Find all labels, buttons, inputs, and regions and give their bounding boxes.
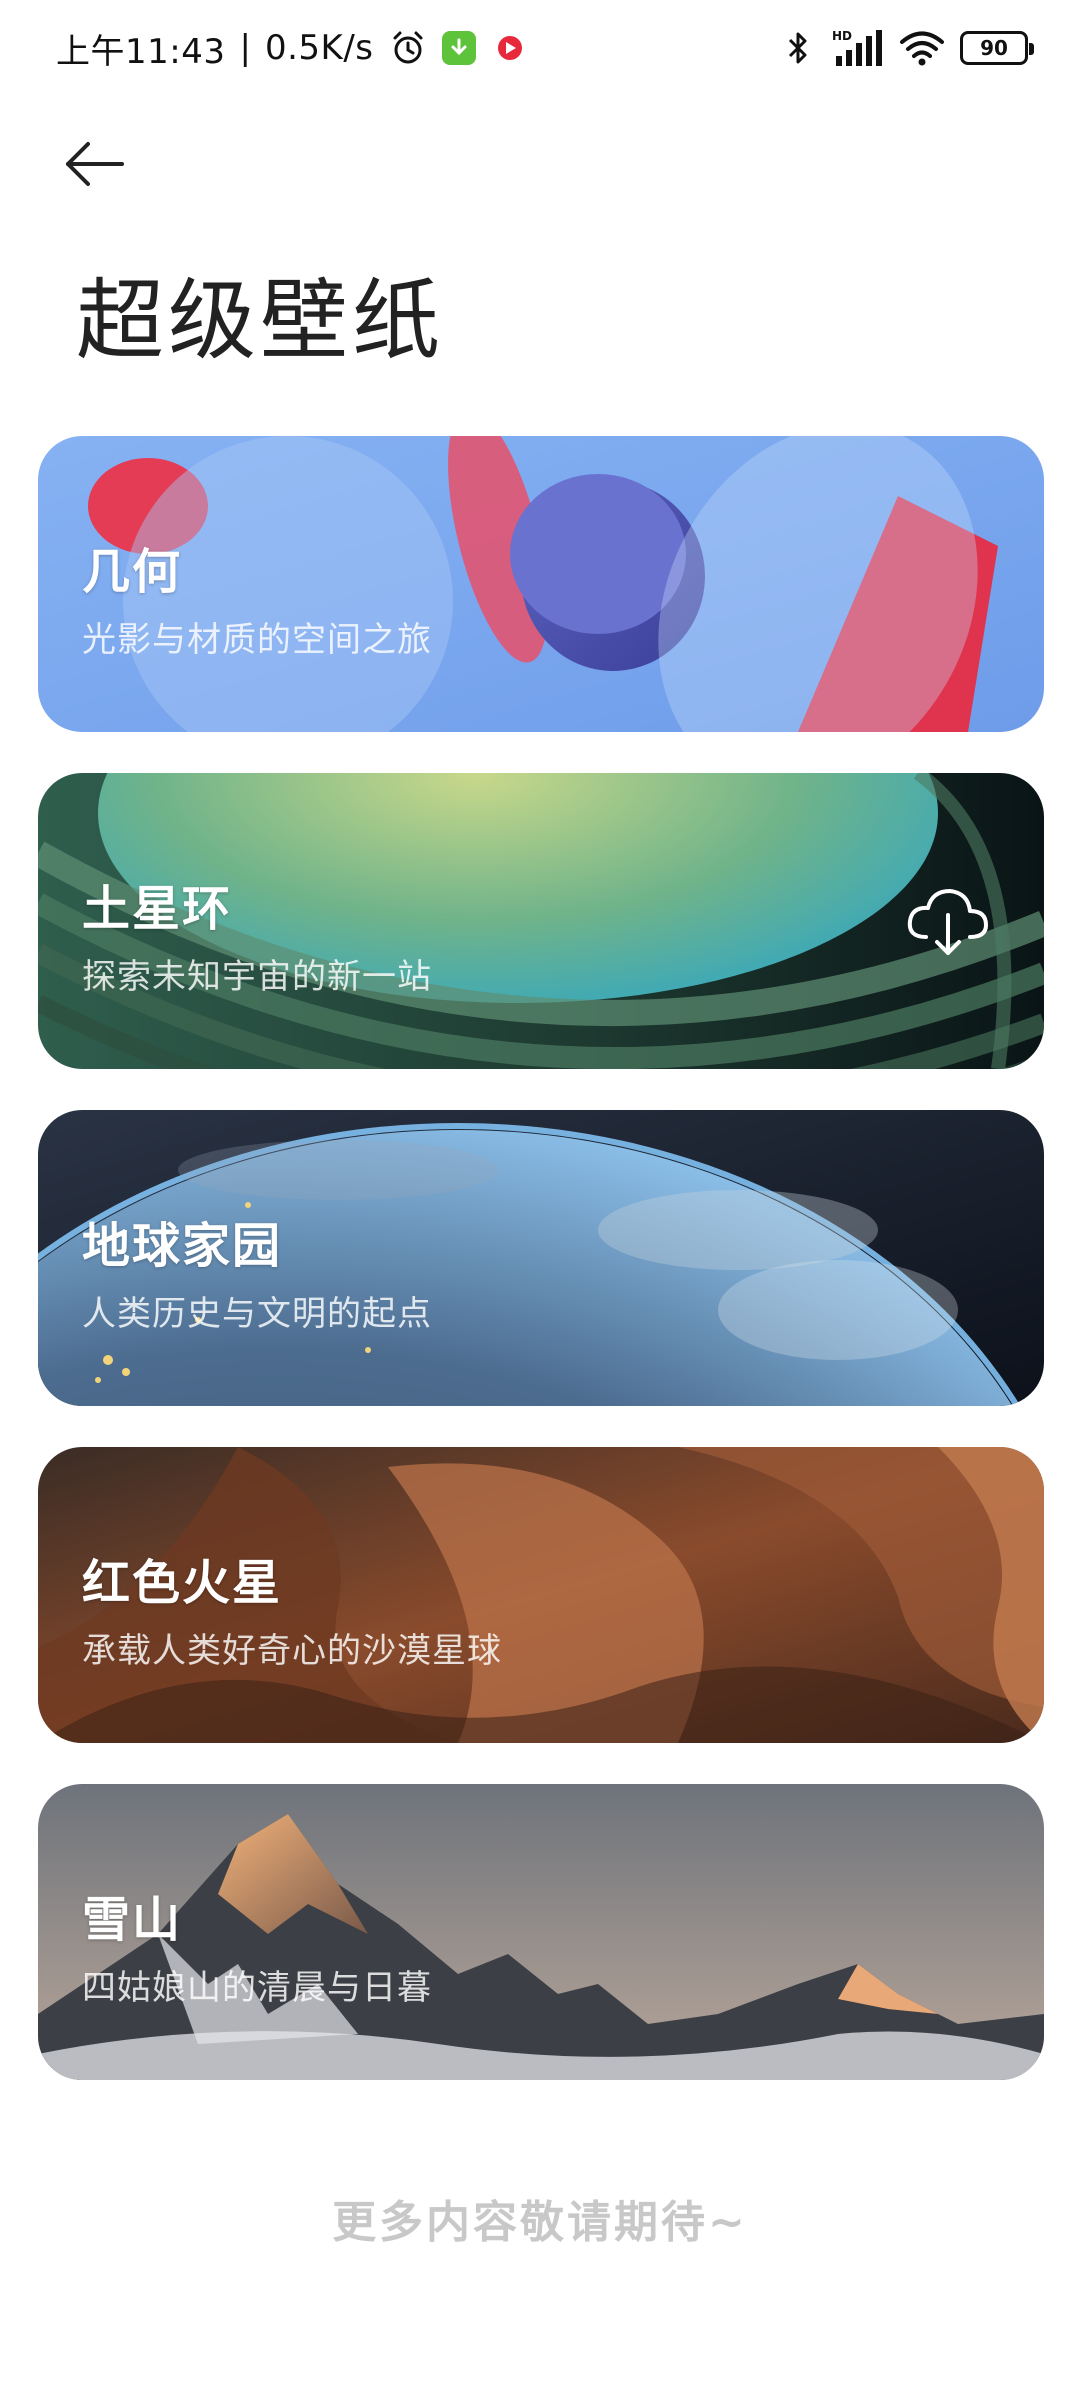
status-right: HD 90 <box>778 28 1034 68</box>
alarm-icon <box>388 28 428 68</box>
coming-soon-note: 更多内容敬请期待~ <box>332 2197 748 2248</box>
card-title: 土星环 <box>82 881 233 937</box>
card-text: 几何 光影与材质的空间之旅 <box>82 532 432 661</box>
status-time: 上午11:43 <box>56 31 226 72</box>
cloud-download-icon <box>907 889 988 955</box>
card-title: 几何 <box>82 544 183 600</box>
card-subtitle: 承载人类好奇心的沙漠星球 <box>82 1631 502 1671</box>
card-text: 土星环 探索未知宇宙的新一站 <box>82 869 432 998</box>
page-title: 超级壁纸 <box>76 269 445 372</box>
status-bar: 上午11:43 | 0.5K/s HD 90 <box>0 0 1080 96</box>
status-left: 上午11:43 | 0.5K/s <box>56 24 530 73</box>
svg-text:HD: HD <box>832 29 852 43</box>
battery-icon: 90 <box>960 31 1034 65</box>
card-subtitle: 人类历史与文明的起点 <box>82 1294 432 1334</box>
wallpaper-card-earth[interactable]: 地球家园 人类历史与文明的起点 <box>38 1110 1044 1406</box>
card-subtitle: 四姑娘山的清晨与日暮 <box>82 1968 432 2008</box>
card-title: 雪山 <box>82 1892 183 1948</box>
card-title: 红色火星 <box>82 1555 283 1611</box>
wallpaper-card-mars[interactable]: 红色火星 承载人类好奇心的沙漠星球 <box>38 1447 1044 1743</box>
card-title: 地球家园 <box>82 1218 283 1274</box>
card-subtitle: 探索未知宇宙的新一站 <box>82 957 432 997</box>
back-button[interactable] <box>64 124 154 204</box>
arrow-left-icon <box>66 142 124 186</box>
network-speed: 0.5K/s <box>264 28 374 68</box>
download-button[interactable] <box>902 881 992 961</box>
wallpaper-card-geometry[interactable]: 几何 光影与材质的空间之旅 <box>38 436 1044 732</box>
record-app-icon <box>490 28 530 68</box>
card-text: 地球家园 人类历史与文明的起点 <box>82 1206 432 1335</box>
card-subtitle: 光影与材质的空间之旅 <box>82 620 432 660</box>
wifi-icon <box>898 28 946 68</box>
wallpaper-card-snow-mountain[interactable]: 雪山 四姑娘山的清晨与日暮 <box>38 1784 1044 2080</box>
card-text: 雪山 四姑娘山的清晨与日暮 <box>82 1880 432 2009</box>
wallpaper-card-saturn[interactable]: 土星环 探索未知宇宙的新一站 <box>38 773 1044 1069</box>
download-app-icon <box>441 31 476 65</box>
card-text: 红色火星 承载人类好奇心的沙漠星球 <box>82 1543 502 1672</box>
status-separator: | <box>239 28 251 68</box>
hd-signal-icon: HD <box>832 28 884 68</box>
bluetooth-icon <box>778 28 818 68</box>
